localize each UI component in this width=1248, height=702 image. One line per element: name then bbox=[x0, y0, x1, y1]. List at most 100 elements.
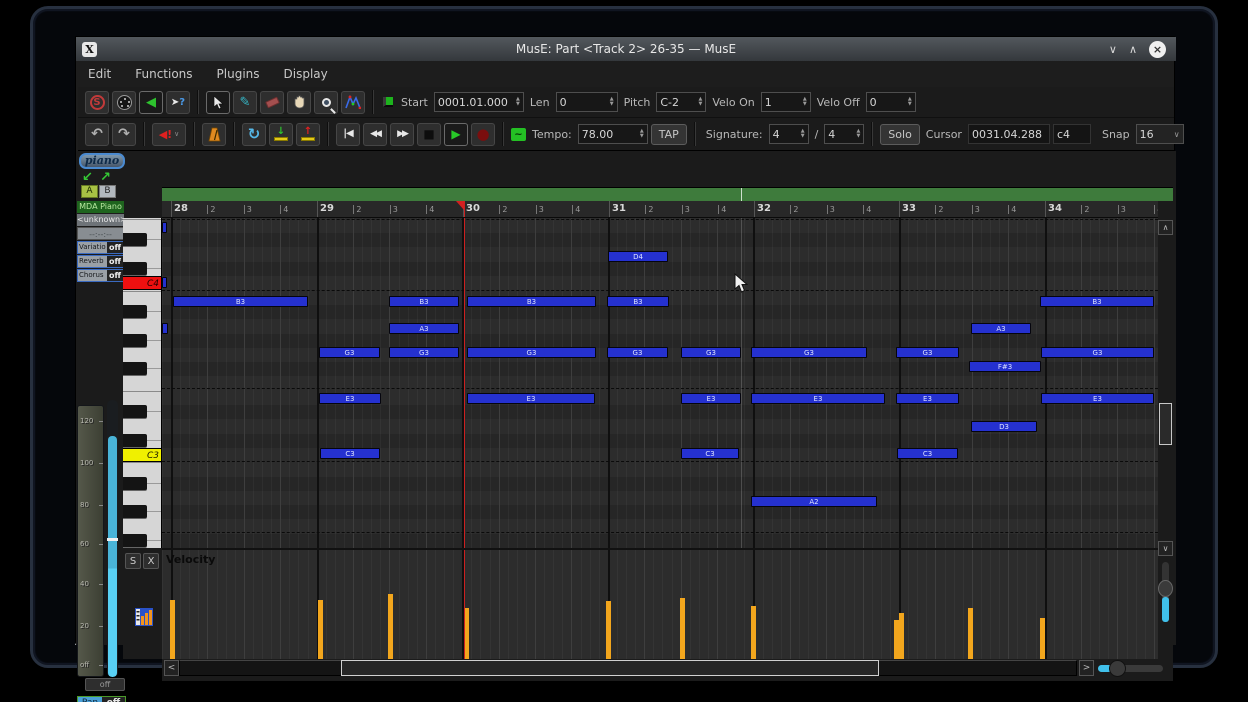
volume-slider-handle[interactable] bbox=[107, 538, 118, 541]
track-name-tab[interactable]: piano bbox=[79, 153, 125, 169]
velocity-lane[interactable]: Velocity bbox=[162, 548, 1158, 659]
menu-functions[interactable]: Functions bbox=[135, 67, 192, 81]
midi-input-button[interactable] bbox=[112, 90, 136, 114]
close-button[interactable]: × bbox=[1149, 40, 1166, 58]
signature-numerator-field[interactable]: 4 ▲ ▼ bbox=[768, 124, 809, 144]
highlighted-key-c3[interactable]: C3 bbox=[123, 448, 161, 462]
eraser-tool-button[interactable] bbox=[260, 90, 284, 114]
black-key[interactable] bbox=[123, 405, 147, 418]
solo-button[interactable]: Solo bbox=[880, 123, 920, 145]
aux-send-box[interactable]: off bbox=[85, 678, 125, 691]
scroll-left-button[interactable]: < bbox=[164, 660, 179, 676]
spinner-icon[interactable]: ▲ ▼ bbox=[905, 97, 912, 107]
spinner-icon[interactable]: ▲ ▼ bbox=[800, 97, 807, 107]
patch-b-button[interactable]: B bbox=[99, 185, 116, 198]
midi-note[interactable]: C3 bbox=[681, 448, 739, 459]
pan-tool-button[interactable] bbox=[287, 90, 311, 114]
midi-note[interactable]: C3 bbox=[320, 448, 380, 459]
route-output-icon[interactable]: ↗ bbox=[100, 170, 111, 185]
piano-keyboard[interactable]: C4 C3 bbox=[123, 218, 162, 548]
midi-note[interactable]: B3 bbox=[1040, 296, 1154, 307]
panic-button[interactable]: ◀! ∨ bbox=[152, 122, 186, 146]
play-events-button[interactable]: ◀ bbox=[139, 90, 163, 114]
vertical-scrollbar[interactable]: ∧ ∨ bbox=[1158, 218, 1173, 659]
menu-plugins[interactable]: Plugins bbox=[217, 67, 260, 81]
midi-note[interactable]: B3 bbox=[173, 296, 308, 307]
midi-note[interactable]: D4 bbox=[608, 251, 668, 262]
midi-note[interactable]: G3 bbox=[467, 347, 596, 358]
midi-note[interactable]: F#3 bbox=[969, 361, 1041, 372]
velocity-bar[interactable] bbox=[170, 600, 175, 659]
start-position-field[interactable]: 0001.01.000 ▲ ▼ bbox=[433, 92, 524, 112]
draw-tool-button[interactable] bbox=[341, 90, 365, 114]
black-key[interactable] bbox=[123, 477, 147, 490]
patch-a-button[interactable]: A bbox=[81, 185, 98, 198]
forward-button[interactable]: ▶▶ bbox=[390, 122, 414, 146]
midi-note[interactable]: C3 bbox=[897, 448, 958, 459]
record-button[interactable]: ● bbox=[471, 122, 495, 146]
stop-button[interactable]: ■ bbox=[417, 122, 441, 146]
velocity-bar[interactable] bbox=[680, 598, 685, 659]
black-key[interactable] bbox=[123, 534, 147, 547]
midi-note[interactable]: E3 bbox=[681, 393, 741, 404]
midi-note[interactable]: B3 bbox=[467, 296, 596, 307]
signature-denominator-field[interactable]: 4 ▲ ▼ bbox=[824, 124, 865, 144]
midi-note[interactable] bbox=[162, 277, 167, 288]
tap-button[interactable]: TAP bbox=[650, 123, 687, 145]
titlebar[interactable]: X MusE: Part <Track 2> 26-35 — MusE ∨ ∧ … bbox=[76, 37, 1176, 61]
black-key[interactable] bbox=[123, 334, 147, 347]
controller-knob-row[interactable]: Chorus off bbox=[77, 269, 124, 282]
pitch-field[interactable]: C-2 ▲ ▼ bbox=[656, 92, 707, 112]
spinner-icon[interactable]: ▲ ▼ bbox=[607, 97, 614, 107]
pan-control[interactable]: Panoff bbox=[77, 696, 126, 702]
bank-name-label[interactable]: <unknown> bbox=[77, 214, 124, 226]
rewind-start-button[interactable]: |◀ bbox=[336, 122, 360, 146]
midi-note[interactable]: B3 bbox=[389, 296, 459, 307]
midi-note[interactable]: E3 bbox=[467, 393, 595, 404]
vzoom-slider-knob[interactable] bbox=[1158, 580, 1173, 597]
scroll-right-button[interactable]: > bbox=[1079, 660, 1094, 676]
black-key[interactable] bbox=[123, 505, 147, 518]
midi-note[interactable]: G3 bbox=[319, 347, 380, 358]
velocity-bar[interactable] bbox=[388, 594, 393, 659]
pianoroll-grid[interactable]: D4 B3 B3 B3 B3 B3 A3 A3 G3 G3 G3 G3 G3 G3 G3 G3 F#3 E3 E3 E… bbox=[162, 218, 1158, 548]
play-button[interactable]: ▶ bbox=[444, 122, 468, 146]
velocity-bar[interactable] bbox=[968, 608, 973, 659]
highlighted-key-c4[interactable]: C4 bbox=[123, 276, 161, 290]
route-input-icon[interactable]: ↙ bbox=[82, 170, 93, 185]
spinner-icon[interactable]: ▲ ▼ bbox=[798, 129, 805, 139]
black-key[interactable] bbox=[123, 262, 147, 275]
velocity-solo-button[interactable]: S bbox=[125, 553, 141, 569]
loop-button[interactable]: ↻ bbox=[242, 122, 266, 146]
midi-note[interactable]: E3 bbox=[896, 393, 959, 404]
velocity-bar[interactable] bbox=[899, 613, 904, 659]
hzoom-slider-knob[interactable] bbox=[1109, 660, 1126, 677]
whats-this-button[interactable]: ➤? bbox=[166, 90, 190, 114]
spinner-icon[interactable]: ▲ ▼ bbox=[853, 129, 860, 139]
snap-combobox[interactable]: 16 ∨ bbox=[1135, 124, 1184, 144]
punch-out-button[interactable]: ↑ bbox=[296, 122, 320, 146]
scroll-up-button[interactable]: ∧ bbox=[1158, 220, 1173, 235]
midi-note[interactable] bbox=[162, 222, 167, 233]
midi-note[interactable]: A3 bbox=[971, 323, 1031, 334]
controller-select-icon[interactable] bbox=[135, 608, 153, 626]
spinner-icon[interactable]: ▲ ▼ bbox=[695, 97, 702, 107]
midi-note[interactable]: G3 bbox=[681, 347, 741, 358]
undo-button[interactable]: ↶ bbox=[85, 122, 109, 146]
menu-edit[interactable]: Edit bbox=[88, 67, 111, 81]
midi-note[interactable]: G3 bbox=[896, 347, 959, 358]
midi-note[interactable]: A2 bbox=[751, 496, 877, 507]
volume-slider[interactable] bbox=[107, 400, 118, 677]
horizontal-scrollbar[interactable]: < > bbox=[162, 659, 1173, 681]
black-key[interactable] bbox=[123, 434, 147, 447]
velocity-bar[interactable] bbox=[318, 600, 323, 659]
menu-display[interactable]: Display bbox=[284, 67, 328, 81]
midi-note[interactable]: E3 bbox=[319, 393, 381, 404]
velocity-bar[interactable] bbox=[606, 601, 611, 659]
zoom-tool-button[interactable] bbox=[314, 90, 338, 114]
midi-note[interactable]: G3 bbox=[389, 347, 459, 358]
midi-note[interactable]: B3 bbox=[607, 296, 669, 307]
midi-note[interactable] bbox=[162, 323, 168, 334]
midi-note[interactable]: E3 bbox=[1041, 393, 1154, 404]
part-color-strip[interactable] bbox=[162, 187, 1173, 202]
